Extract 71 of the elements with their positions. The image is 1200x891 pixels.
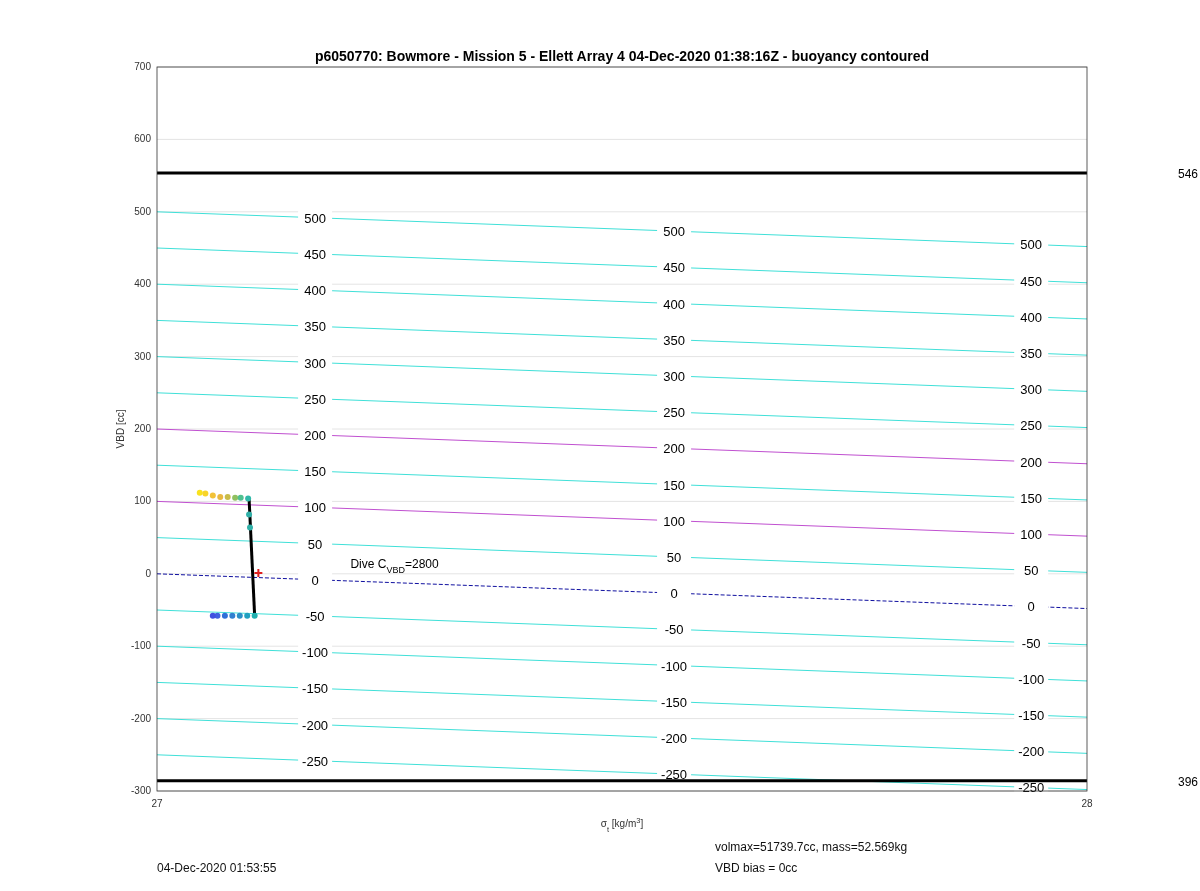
axis-tick-label: -200	[131, 712, 151, 724]
axis-tick-label: 600	[134, 133, 151, 145]
axis-tick-label: 300	[134, 350, 151, 362]
contour-label: -200	[1018, 744, 1045, 760]
axis-tick-label: 500	[134, 205, 151, 217]
contour-label: -50	[664, 622, 684, 638]
contour-label: 450	[1020, 273, 1043, 289]
contour-label: 100	[304, 500, 326, 516]
contour-label: -200	[302, 717, 329, 733]
contour-label: -50	[305, 608, 325, 624]
contour-label: 400	[663, 296, 685, 312]
axis-tick-label: 700	[134, 61, 151, 72]
side-label: 546	[1178, 167, 1199, 181]
contour-label: 500	[304, 210, 326, 226]
contour-label: 300	[663, 368, 685, 384]
contour-label: 350	[304, 319, 326, 335]
chart-title: p6050770: Bowmore - Mission 5 - Ellett Array 4 04-Dec-2020 01:38:16Z - buoyancy contoured	[314, 48, 930, 64]
x-axis-label: σ$_{t}$ [kg/m$^{3}$]	[600, 815, 644, 832]
contour-label: 500	[1020, 237, 1043, 253]
contour-label: -250	[302, 753, 329, 769]
side-label: 396	[1178, 774, 1199, 789]
timestamp: 04-Dec-2020 01:53:55	[157, 860, 278, 876]
contour-label: -200	[661, 730, 688, 746]
contour-label: 0	[670, 586, 678, 602]
info-text: VBD bias = 0cc	[715, 860, 799, 876]
info-text: volmax=51739.7cc, mass=52.569kg	[715, 839, 909, 855]
contour-label: 0	[311, 572, 319, 588]
contour-label: 450	[304, 246, 326, 262]
axis-tick-label: 28	[1081, 798, 1093, 809]
contour-label: 350	[1020, 346, 1043, 362]
axis-tick-label: 27	[151, 798, 163, 809]
contour-label: -250	[1018, 780, 1045, 796]
contour-label: -150	[661, 694, 688, 710]
contour-label: 50	[666, 549, 682, 565]
contour-label: 500	[663, 224, 685, 240]
contour-label: -250	[661, 767, 688, 783]
contour-label: 300	[304, 355, 326, 371]
contour-label: -150	[1018, 708, 1045, 724]
contour-label: 250	[1020, 418, 1043, 434]
axis-tick-label: -100	[131, 640, 151, 652]
y-axis-label: VBD [cc]	[115, 409, 126, 449]
contour-label: -100	[1018, 671, 1045, 687]
plus-marker-icon	[253, 568, 264, 579]
axis-tick-label: -300	[131, 785, 151, 796]
contour-label: 150	[1020, 490, 1043, 506]
contour-label: 50	[307, 536, 323, 552]
contour-label: 200	[1020, 454, 1043, 470]
contour-label: 250	[304, 391, 326, 407]
contour-label: 450	[663, 260, 685, 276]
contour-label: 250	[663, 405, 685, 421]
contour-label: 300	[1020, 382, 1043, 398]
contour-label: -150	[302, 681, 329, 697]
contour-label: 350	[663, 332, 685, 348]
contour-label: 150	[304, 464, 326, 480]
axis-tick-label: 400	[134, 278, 151, 290]
contour-label: 100	[663, 513, 685, 529]
chart-annotation: Dive C$_{VBD}$=2800	[350, 557, 439, 576]
contour-label: 50	[1023, 563, 1039, 579]
contour-label: -50	[1021, 635, 1041, 651]
contour-label: 200	[663, 441, 685, 457]
contour-label: 400	[1020, 309, 1043, 325]
contour-label: 150	[663, 477, 685, 493]
contour-label: 200	[304, 427, 326, 443]
contour-label: -100	[302, 645, 329, 661]
contour-label: 0	[1027, 599, 1035, 615]
axis-tick-label: 0	[145, 567, 151, 579]
contour-label: 400	[304, 283, 326, 299]
contour-label: -100	[661, 658, 688, 674]
contour-label: 100	[1020, 527, 1043, 543]
axis-tick-label: 100	[134, 495, 151, 507]
axis-tick-label: 200	[134, 423, 151, 434]
